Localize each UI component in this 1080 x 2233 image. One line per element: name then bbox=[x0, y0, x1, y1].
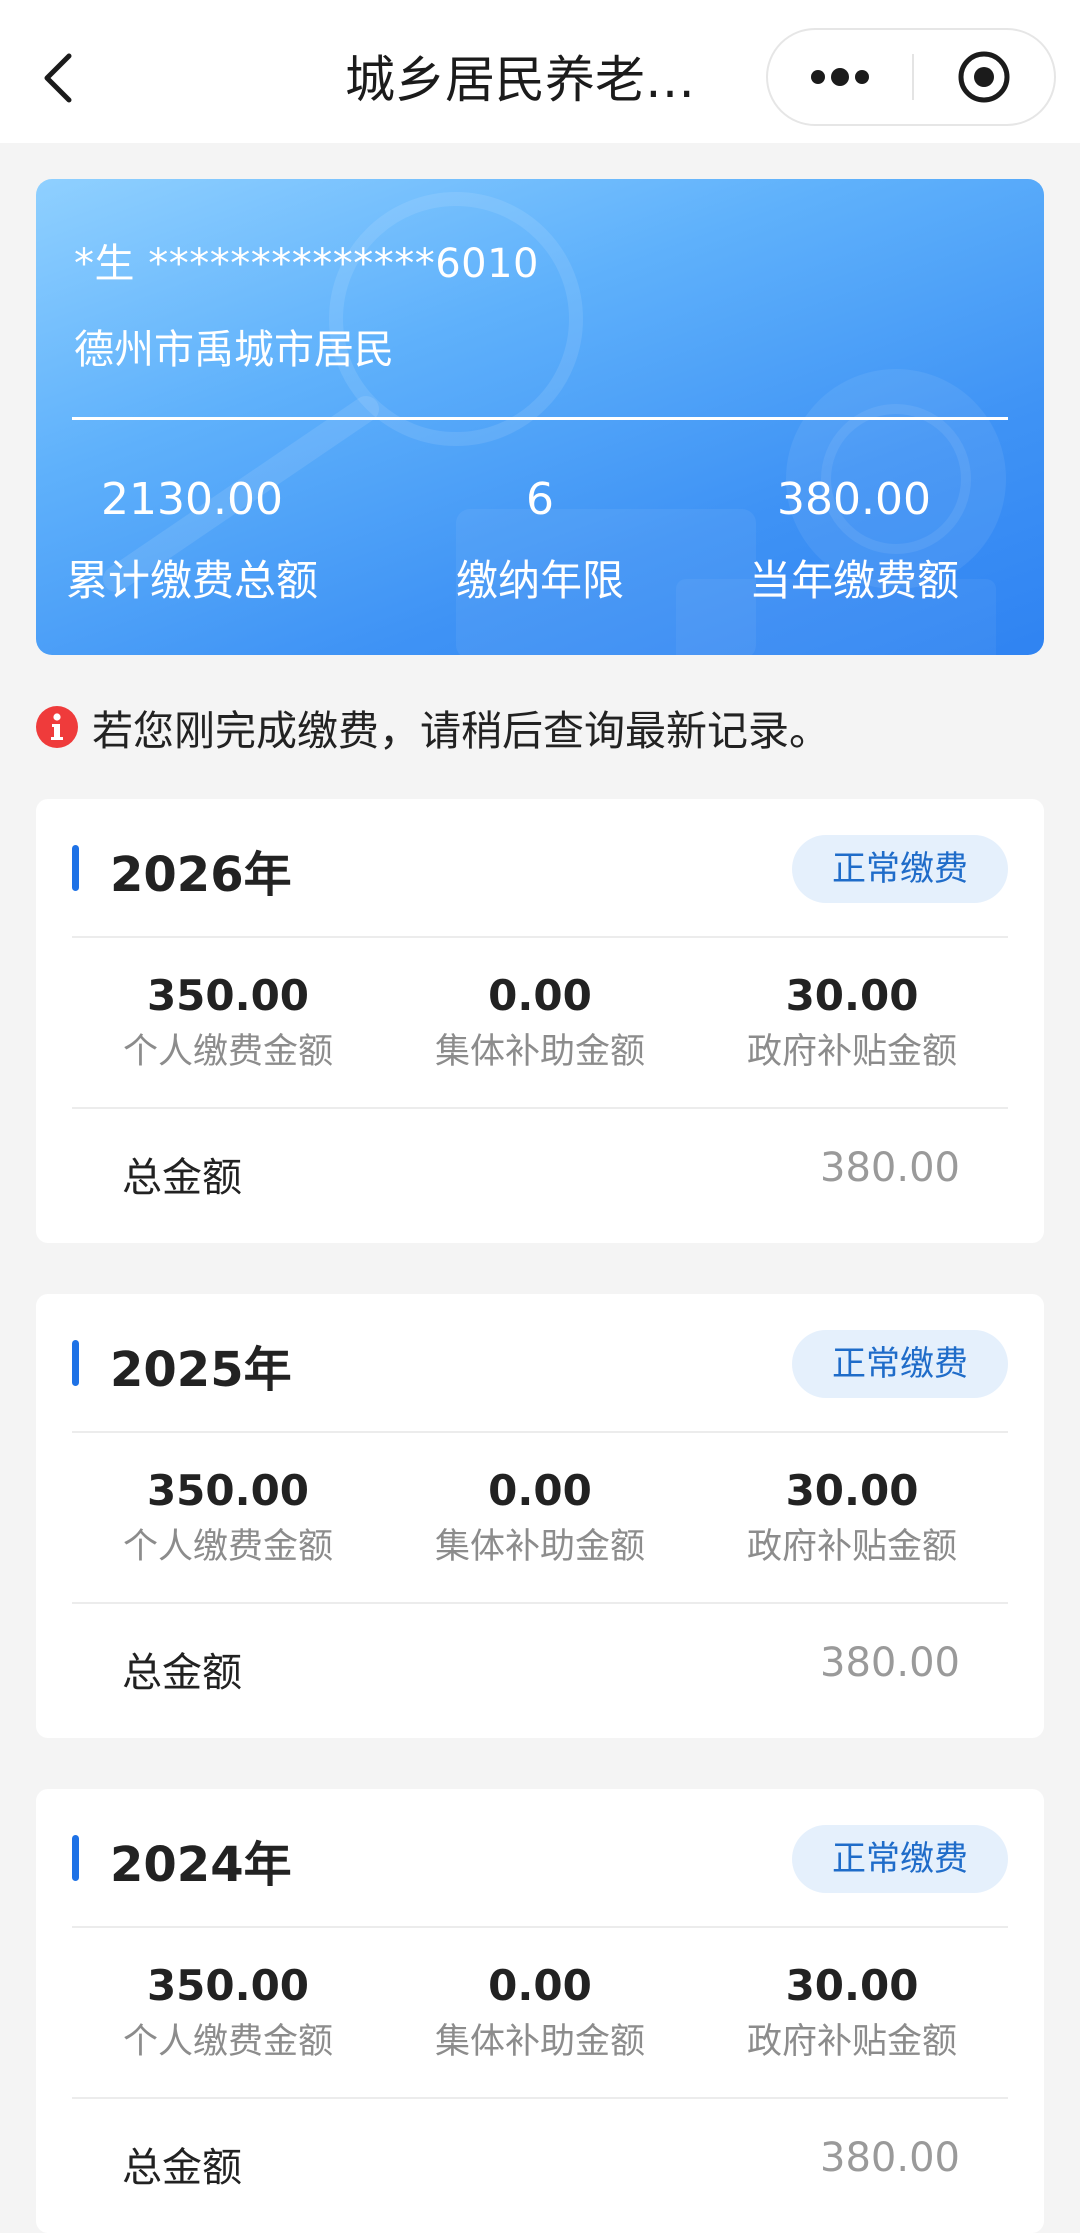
year-record-card[interactable]: 2026年 正常缴费 350.00 个人缴费金额 0.00 集体补助金额 30.… bbox=[36, 799, 1044, 1243]
more-dots-icon bbox=[810, 68, 869, 86]
amount-value: 0.00 bbox=[488, 1466, 592, 1515]
stat-value: 380.00 bbox=[777, 474, 931, 525]
stat-value: 6 bbox=[526, 474, 554, 525]
stat-years-paid: 6 缴纳年限 bbox=[384, 469, 696, 608]
amount-value: 30.00 bbox=[785, 1466, 919, 1515]
status-badge: 正常缴费 bbox=[792, 835, 1008, 903]
back-button[interactable] bbox=[28, 38, 88, 118]
accent-bar bbox=[72, 1835, 79, 1881]
amount-government: 30.00 政府补贴金额 bbox=[696, 1961, 1008, 2064]
stat-label: 缴纳年限 bbox=[455, 556, 624, 605]
divider bbox=[72, 1602, 1008, 1604]
divider bbox=[72, 1431, 1008, 1433]
nav-bar: 城乡居民养老… bbox=[0, 0, 1080, 143]
amount-label: 集体补助金额 bbox=[434, 1527, 645, 1567]
stat-label: 累计缴费总额 bbox=[65, 556, 318, 605]
amount-collective: 0.00 集体补助金额 bbox=[384, 1961, 696, 2064]
stat-label: 当年缴费额 bbox=[748, 556, 959, 605]
amount-label: 集体补助金额 bbox=[434, 2022, 645, 2062]
accent-bar bbox=[72, 845, 79, 891]
total-label: 总金额 bbox=[122, 1650, 242, 1696]
amount-value: 0.00 bbox=[488, 1961, 592, 2010]
total-label: 总金额 bbox=[122, 1155, 242, 1201]
notice-text: 若您刚完成缴费，请稍后查询最新记录。 bbox=[92, 707, 830, 755]
close-mini-program-button[interactable] bbox=[914, 30, 1054, 124]
total-label: 总金额 bbox=[122, 2145, 242, 2191]
amount-value: 30.00 bbox=[785, 971, 919, 1020]
notice: 若您刚完成缴费，请稍后查询最新记录。 bbox=[36, 700, 830, 755]
amount-label: 集体补助金额 bbox=[434, 1032, 645, 1072]
amount-personal: 350.00 个人缴费金额 bbox=[72, 971, 384, 1074]
status-badge: 正常缴费 bbox=[792, 1825, 1008, 1893]
total-value: 380.00 bbox=[820, 1640, 960, 1686]
amount-personal: 350.00 个人缴费金额 bbox=[72, 1466, 384, 1569]
amount-government: 30.00 政府补贴金额 bbox=[696, 1466, 1008, 1569]
more-options-button[interactable] bbox=[768, 30, 911, 124]
mini-program-capsule bbox=[766, 28, 1056, 126]
amount-collective: 0.00 集体补助金额 bbox=[384, 1466, 696, 1569]
divider bbox=[72, 936, 1008, 938]
accent-bar bbox=[72, 1340, 79, 1386]
info-icon bbox=[36, 706, 78, 748]
amount-label: 政府补贴金额 bbox=[746, 1527, 957, 1567]
amount-label: 政府补贴金额 bbox=[746, 2022, 957, 2062]
amount-label: 政府补贴金额 bbox=[746, 1032, 957, 1072]
divider bbox=[72, 1926, 1008, 1928]
amount-government: 30.00 政府补贴金额 bbox=[696, 971, 1008, 1074]
record-year: 2025年 bbox=[110, 1342, 292, 1398]
stat-value: 2130.00 bbox=[101, 474, 283, 525]
status-badge: 正常缴费 bbox=[792, 1330, 1008, 1398]
stat-current-year-paid: 380.00 当年缴费额 bbox=[698, 469, 1010, 608]
amount-label: 个人缴费金额 bbox=[122, 1527, 333, 1567]
insured-name-id: *生 **************6010 bbox=[74, 241, 540, 287]
amount-label: 个人缴费金额 bbox=[122, 2022, 333, 2062]
amount-label: 个人缴费金额 bbox=[122, 1032, 333, 1072]
summary-card: *生 **************6010 德州市禹城市居民 2130.00 累… bbox=[36, 179, 1044, 655]
amount-collective: 0.00 集体补助金额 bbox=[384, 971, 696, 1074]
total-value: 380.00 bbox=[820, 1145, 960, 1191]
total-value: 380.00 bbox=[820, 2135, 960, 2181]
amount-personal: 350.00 个人缴费金额 bbox=[72, 1961, 384, 2064]
amount-value: 350.00 bbox=[146, 1961, 310, 2010]
target-close-icon bbox=[958, 51, 1010, 103]
divider bbox=[72, 1107, 1008, 1109]
amount-value: 30.00 bbox=[785, 1961, 919, 2010]
summary-divider bbox=[72, 417, 1008, 420]
amount-value: 350.00 bbox=[146, 971, 310, 1020]
chevron-left-icon bbox=[44, 53, 72, 103]
amount-value: 0.00 bbox=[488, 971, 592, 1020]
info-glyph bbox=[51, 713, 63, 740]
page-title: 城乡居民养老… bbox=[345, 51, 695, 109]
record-year: 2024年 bbox=[110, 1837, 292, 1893]
year-record-card[interactable]: 2024年 正常缴费 350.00 个人缴费金额 0.00 集体补助金额 30.… bbox=[36, 1789, 1044, 2233]
divider bbox=[72, 2097, 1008, 2099]
amount-value: 350.00 bbox=[146, 1466, 310, 1515]
year-record-card[interactable]: 2025年 正常缴费 350.00 个人缴费金额 0.00 集体补助金额 30.… bbox=[36, 1294, 1044, 1738]
record-year: 2026年 bbox=[110, 847, 292, 903]
stat-total-paid: 2130.00 累计缴费总额 bbox=[36, 469, 348, 608]
insured-region: 德州市禹城市居民 bbox=[74, 327, 394, 373]
